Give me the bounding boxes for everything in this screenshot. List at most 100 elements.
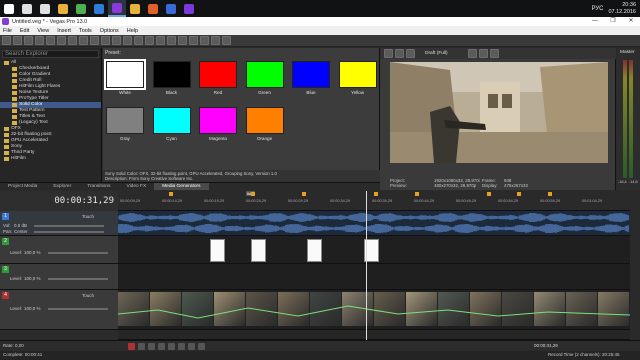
copy-snapshot-icon[interactable] [478,49,488,58]
tab-video-fx[interactable]: Video FX [119,183,155,190]
level-slider[interactable] [48,252,108,254]
taskbar-search-button[interactable] [18,0,36,17]
preset-red[interactable]: Red [198,61,238,97]
menu-help[interactable]: Help [127,28,138,34]
preset-white[interactable]: White [104,59,146,97]
search-input[interactable]: Search Explorer [2,50,99,58]
tab-project-media[interactable]: Project Media [0,183,45,190]
close-button[interactable]: ✕ [622,17,640,26]
timeline-marker[interactable] [548,192,552,196]
automation-mode[interactable]: Touch [82,293,94,298]
envelope-edit-icon[interactable] [134,36,143,45]
timeline-marker[interactable] [374,192,378,196]
taskbar-app-2-button[interactable] [162,0,180,17]
go-to-start-button[interactable] [188,343,195,350]
empty-track-area[interactable] [118,330,630,340]
selection-edit-icon[interactable] [145,36,154,45]
preview-settings-icon[interactable] [384,49,393,58]
external-monitor-icon[interactable] [395,49,404,58]
clock[interactable]: 20:36 07.12.2016 [608,2,636,16]
play-from-start-button[interactable] [148,343,155,350]
timeline-marker[interactable] [517,192,521,196]
undo-icon[interactable] [101,36,110,45]
auto-ripple-icon[interactable] [167,36,176,45]
preset-black[interactable]: Black [152,61,192,97]
preset-gray[interactable]: Gray [105,107,145,143]
zoom-icon[interactable] [156,36,165,45]
redo-icon[interactable] [112,36,121,45]
timeline-marker[interactable] [302,192,306,196]
volume-slider[interactable] [34,225,104,227]
menu-file[interactable]: File [3,28,12,34]
loop-button[interactable] [138,343,145,350]
cut-icon[interactable] [68,36,77,45]
preset-magenta[interactable]: Magenta [198,107,238,143]
playhead-cursor[interactable] [366,191,367,341]
tab-media-generators[interactable]: Media Generators [154,183,209,190]
video-track-lane-4[interactable] [118,290,630,330]
new-project-icon[interactable] [2,36,11,45]
preset-blue[interactable]: Blue [291,61,331,97]
timeline-ruler[interactable]: Ikke 00:00:09,2900:00:14,2900:00:19,2900… [118,191,630,211]
menu-edit[interactable]: Edit [20,28,29,34]
go-to-end-button[interactable] [198,343,205,350]
pause-button[interactable] [168,343,175,350]
save-snapshot-icon[interactable] [489,49,499,58]
solid-color-event[interactable] [210,239,225,262]
taskbar-windows-logo-button[interactable] [0,0,18,17]
pan-slider[interactable] [34,231,104,233]
preset-orange[interactable]: Orange [245,107,285,143]
audio-track-lane[interactable] [118,211,630,236]
track-header-video-2[interactable]: 2 Level: 100,0 % [0,236,118,264]
minimize-button[interactable]: — [586,17,604,26]
save-as-icon[interactable] [35,36,44,45]
ignore-grouping-icon[interactable] [189,36,198,45]
taskbar-folder-button[interactable] [126,0,144,17]
menu-insert[interactable]: Insert [57,28,71,34]
stop-button[interactable] [178,343,185,350]
timeline-marker[interactable] [415,192,419,196]
taskbar-vegas-2-button[interactable] [180,0,198,17]
normal-edit-icon[interactable] [123,36,132,45]
copy-icon[interactable] [79,36,88,45]
taskbar-store-button[interactable] [90,0,108,17]
snapping-icon[interactable] [200,36,209,45]
solid-color-event[interactable] [251,239,266,262]
timeline-marker[interactable] [169,192,173,196]
help-icon[interactable] [222,36,231,45]
taskbar-media-player-button[interactable] [144,0,162,17]
timeline-marker[interactable] [487,192,491,196]
lock-envelopes-icon[interactable] [178,36,187,45]
solid-color-event[interactable] [307,239,322,262]
taskbar-file-explorer-button[interactable] [54,0,72,17]
menu-view[interactable]: View [37,28,49,34]
menu-tools[interactable]: Tools [79,28,92,34]
taskbar-vegas-button[interactable] [108,0,126,17]
taskbar-task-view-button[interactable] [36,0,54,17]
level-slider[interactable] [48,308,108,310]
video-track-lane-3[interactable] [118,264,630,290]
overlays-icon[interactable] [467,49,477,58]
paste-icon[interactable] [90,36,99,45]
render-icon[interactable] [46,36,55,45]
save-icon[interactable] [24,36,33,45]
tab-explorer[interactable]: Explorer [45,183,79,190]
maximize-button[interactable]: ❐ [604,17,622,26]
split-screen-icon[interactable] [406,49,415,58]
preset-green[interactable]: Green [245,61,285,97]
taskbar-chrome-button[interactable] [72,0,90,17]
record-button[interactable] [128,343,135,350]
properties-icon[interactable] [57,36,66,45]
level-slider[interactable] [48,278,108,280]
automation-mode[interactable]: Touch [82,214,94,219]
open-icon[interactable] [13,36,22,45]
tab-transitions[interactable]: Transitions [79,183,118,190]
menu-options[interactable]: Options [100,28,119,34]
video-track-lane-2[interactable] [118,236,630,264]
tree-item[interactable]: HitFilm [0,156,101,162]
timeline-marker[interactable] [251,192,255,196]
auto-crossfades-icon[interactable] [211,36,220,45]
play-button[interactable] [158,343,165,350]
preset-cyan[interactable]: Cyan [152,107,192,143]
preset-yellow[interactable]: Yellow [338,61,378,97]
